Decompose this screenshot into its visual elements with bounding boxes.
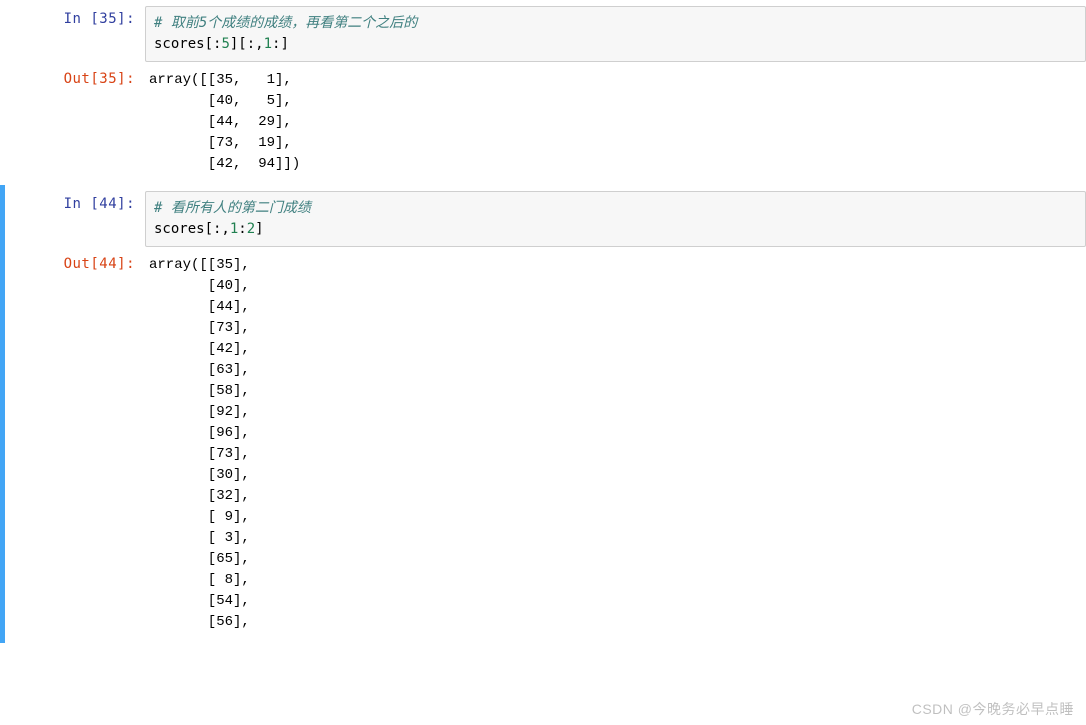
output-text: array([[35], [40], [44], [73], [42], [63… <box>145 251 1086 637</box>
code-line: scores[:,1:2] <box>154 221 264 237</box>
code-input[interactable]: # 取前5个成绩的成绩，再看第二个之后的 scores[:5][:,1:] <box>145 6 1086 62</box>
notebook-cell-35: In [35]: # 取前5个成绩的成绩，再看第二个之后的 scores[:5]… <box>0 0 1086 185</box>
notebook-cell-44: In [44]: # 看所有人的第二门成绩 scores[:,1:2] Out[… <box>0 185 1086 643</box>
out-prompt: Out[44]: <box>5 251 145 272</box>
code-line: scores[:5][:,1:] <box>154 36 289 52</box>
watermark: CSDN @今晚务必早点睡 <box>912 699 1074 719</box>
out-prompt: Out[35]: <box>5 66 145 87</box>
output-row: Out[44]: array([[35], [40], [44], [73], … <box>5 249 1086 639</box>
code-input[interactable]: # 看所有人的第二门成绩 scores[:,1:2] <box>145 191 1086 247</box>
code-comment: # 取前5个成绩的成绩，再看第二个之后的 <box>154 15 417 31</box>
in-prompt: In [35]: <box>5 6 145 27</box>
in-prompt: In [44]: <box>5 191 145 212</box>
input-row: In [44]: # 看所有人的第二门成绩 scores[:,1:2] <box>5 189 1086 249</box>
input-row: In [35]: # 取前5个成绩的成绩，再看第二个之后的 scores[:5]… <box>5 4 1086 64</box>
code-comment: # 看所有人的第二门成绩 <box>154 200 311 216</box>
output-row: Out[35]: array([[35, 1], [40, 5], [44, 2… <box>5 64 1086 181</box>
output-text: array([[35, 1], [40, 5], [44, 29], [73, … <box>145 66 1086 179</box>
